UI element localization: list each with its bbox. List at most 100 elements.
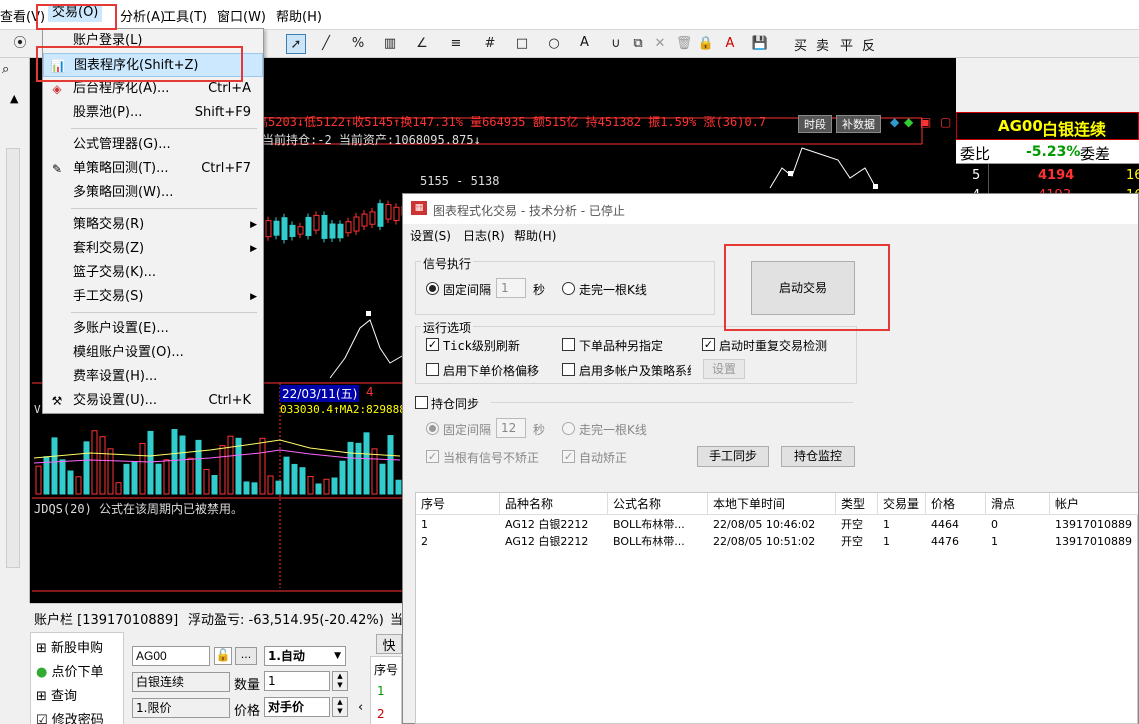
other-symbol-checkbox[interactable]: [562, 338, 575, 351]
col-header-symbol[interactable]: 品种名称: [500, 493, 608, 515]
trash-icon[interactable]: 🗑: [674, 34, 694, 54]
unlock-icon[interactable]: 🔓: [214, 647, 232, 665]
order-type-select[interactable]: 1.限价: [132, 698, 230, 718]
dialog-menu-help[interactable]: 帮助(H): [514, 227, 556, 244]
copy-icon[interactable]: ⧉: [628, 34, 648, 54]
text-tool-icon[interactable]: A: [580, 35, 589, 50]
price-input[interactable]: 对手价: [264, 697, 330, 717]
menu-item-module-account[interactable]: 模组账户设置(O)...: [43, 341, 263, 365]
reverse-button[interactable]: 反: [862, 35, 875, 54]
line-tool-icon[interactable]: ╱: [316, 34, 336, 54]
diamond-green-icon[interactable]: ◆: [904, 115, 913, 129]
menu-item-manual-trading[interactable]: 手工交易(S) ▶: [43, 285, 263, 309]
change-password-item[interactable]: ☑ 修改密码: [36, 709, 104, 724]
menu-item-backend-programmatic[interactable]: ◈ 后台程序化(A)... Ctrl+A: [43, 77, 263, 101]
tick-refresh-checkbox[interactable]: ✓: [426, 338, 439, 351]
more-button[interactable]: ...: [235, 647, 257, 665]
percent-tool-icon[interactable]: %: [348, 34, 368, 54]
no-correct-checkbox[interactable]: ✓: [426, 450, 439, 463]
quick-tab[interactable]: 快: [376, 634, 402, 654]
col-header-time[interactable]: 本地下单时间: [708, 493, 836, 515]
sync-fixed-interval-radio[interactable]: [426, 422, 439, 435]
qty-input[interactable]: 1: [264, 671, 330, 691]
buy-button[interactable]: 买: [794, 35, 807, 54]
start-trading-button[interactable]: 启动交易: [751, 261, 855, 315]
menu-trade[interactable]: 交易(O): [48, 4, 103, 22]
bars-tool-icon[interactable]: ▥: [380, 34, 400, 54]
vertical-scrollbar[interactable]: [6, 148, 20, 568]
dialog-menu-settings[interactable]: 设置(S): [410, 227, 451, 244]
menu-item-stock-pool[interactable]: 股票池(P)... Shift+F9: [43, 101, 263, 125]
menu-view[interactable]: 查看(V): [0, 6, 45, 25]
menu-item-chart-programmatic[interactable]: 📊 图表程序化(Shift+Z): [43, 53, 263, 77]
col-header-slippage[interactable]: 滑点: [986, 493, 1050, 515]
sell-button[interactable]: 卖: [816, 35, 829, 54]
menu-analysis[interactable]: 分析(A): [120, 6, 165, 25]
menu-item-trade-settings[interactable]: ⚒ 交易设置(U)... Ctrl+K: [43, 389, 263, 413]
new-stock-item[interactable]: ⊞ 新股申购: [36, 637, 103, 656]
window-icon[interactable]: ▣: [920, 115, 931, 129]
menu-item-basket-trading[interactable]: 篮子交易(K)...: [43, 261, 263, 285]
menu-window[interactable]: 窗口(W): [217, 6, 266, 25]
position-monitor-button[interactable]: 持仓监控: [781, 446, 855, 467]
auto-correct-checkbox[interactable]: ✓: [562, 450, 575, 463]
collapse-arrow-icon[interactable]: ‹: [358, 700, 363, 715]
position-sync-checkbox[interactable]: [415, 396, 428, 409]
close-chart-icon[interactable]: ▢: [940, 115, 951, 129]
sync-interval-input[interactable]: 12: [496, 418, 526, 438]
query-item[interactable]: ⊞ 查询: [36, 685, 77, 704]
color-icon[interactable]: A: [720, 34, 740, 54]
dialog-menu-log[interactable]: 日志(R): [463, 227, 505, 244]
restart-check-checkbox[interactable]: ✓: [702, 338, 715, 351]
save-icon[interactable]: 💾: [750, 34, 770, 54]
lock-icon[interactable]: 🔒: [696, 34, 716, 54]
mode-select[interactable]: 1.自动 ▼: [264, 646, 346, 666]
settings-button[interactable]: 设置: [703, 359, 745, 379]
fixed-interval-radio[interactable]: [426, 282, 439, 295]
sync-wait-bar-radio[interactable]: [562, 422, 575, 435]
channel-tool-icon[interactable]: ≡: [446, 34, 466, 54]
menu-item-account-login[interactable]: 账户登录(L): [43, 29, 263, 53]
rect-tool-icon[interactable]: □: [512, 34, 532, 54]
menu-item-single-backtest[interactable]: ✎ 单策略回测(T)... Ctrl+F7: [43, 157, 263, 181]
col-header-volume[interactable]: 交易量: [878, 493, 926, 515]
col-header-formula[interactable]: 公式名称: [608, 493, 708, 515]
menu-item-strategy-trading[interactable]: 策略交易(R) ▶: [43, 213, 263, 237]
wait-bar-radio[interactable]: [562, 282, 575, 295]
play-icon[interactable]: ⦿: [10, 34, 30, 54]
menu-item-multi-backtest[interactable]: 多策略回测(W)...: [43, 181, 263, 205]
circle-tool-icon[interactable]: ○: [544, 34, 564, 54]
menu-item-formula-manager[interactable]: 公式管理器(G)...: [43, 133, 263, 157]
delete-icon[interactable]: ✕: [650, 34, 670, 54]
binoculars-icon[interactable]: ⌕: [2, 62, 9, 77]
candle-body: [297, 226, 304, 235]
period-button[interactable]: 时段: [798, 115, 832, 133]
col-header-type[interactable]: 类型: [836, 493, 878, 515]
close-button[interactable]: 平: [840, 35, 853, 54]
angle-tool-icon[interactable]: ∠: [412, 34, 432, 54]
col-header-seq[interactable]: 序号: [416, 493, 500, 515]
ask-level-5: 5: [972, 168, 981, 183]
price-spinner[interactable]: ▲ ▼: [332, 697, 348, 717]
multi-account-checkbox[interactable]: [562, 363, 575, 376]
menu-item-fee-settings[interactable]: 费率设置(H)...: [43, 365, 263, 389]
magnet-icon[interactable]: ∪: [606, 34, 626, 54]
menu-item-multi-account[interactable]: 多账户设置(E)...: [43, 317, 263, 341]
point-order-item[interactable]: ● 点价下单: [36, 661, 104, 680]
grid-tool-icon[interactable]: #: [480, 34, 500, 54]
col-header-price[interactable]: 价格: [926, 493, 986, 515]
diamond-blue-icon[interactable]: ◆: [890, 115, 899, 129]
menu-help[interactable]: 帮助(H): [276, 6, 322, 25]
col-header-account[interactable]: 帐户: [1050, 493, 1138, 515]
volume-bar: [51, 437, 58, 495]
symbol-input[interactable]: [132, 646, 210, 666]
price-offset-checkbox[interactable]: [426, 363, 439, 376]
qty-spinner[interactable]: ▲ ▼: [332, 671, 348, 691]
menu-item-arbitrage-trading[interactable]: 套利交易(Z) ▶: [43, 237, 263, 261]
supplement-data-button[interactable]: 补数据: [836, 115, 881, 133]
up-arrow-icon[interactable]: ▲: [10, 92, 18, 105]
interval-input[interactable]: 1: [496, 278, 526, 298]
manual-sync-button[interactable]: 手工同步: [697, 446, 769, 467]
pointer-icon[interactable]: ➚: [286, 34, 306, 54]
menu-tools[interactable]: 工具(T): [163, 6, 207, 25]
